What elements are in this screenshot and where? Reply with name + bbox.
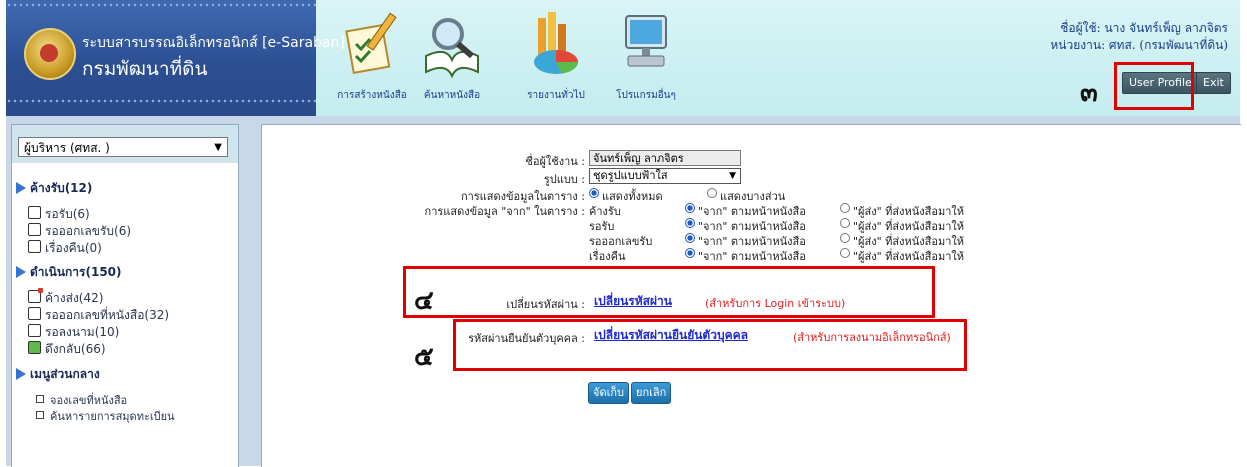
radio-from-sender[interactable]: [840, 218, 850, 228]
outbox-icon: [28, 288, 43, 303]
chevron-down-icon: ▼: [214, 142, 222, 153]
save-button[interactable]: จัดเก็บ: [588, 382, 629, 404]
sidebar-item-search-register[interactable]: ค้นหารายการสมุดทะเบียน: [36, 407, 175, 425]
signature-doc-icon: [28, 324, 41, 337]
menu-label: การสร้างหนังสือ: [337, 90, 407, 101]
role-select-value: ผู้บริหาร (ศทส. ): [24, 141, 110, 155]
highlight-signature-pin: [453, 319, 967, 371]
section-title: ค้างรับ(12): [30, 181, 93, 195]
radio-from-sender-label: "ผู้ส่ง" ที่ส่งหนังสือมาให้: [853, 250, 964, 263]
radio-from-sender[interactable]: [840, 248, 850, 258]
annotation-number-4: ๔: [414, 286, 434, 316]
sidebar-item-label: เรื่องคืน(0): [45, 241, 102, 255]
department-seal-icon: [24, 28, 76, 80]
menu-other-programs[interactable]: โปรแกรมอื่นๆ: [606, 10, 686, 103]
sidebar-item-label: รอรับ(6): [45, 207, 90, 221]
menu-label: โปรแกรมอื่นๆ: [616, 90, 676, 101]
sidebar-item-label: รอออกเลขที่หนังสือ(32): [45, 308, 170, 322]
radio-show-all[interactable]: [589, 188, 599, 198]
numbered-doc-icon: [28, 223, 41, 236]
user-info: ชื่อผู้ใช้: นาง จันทร์เพ็ญ ลาภจิตร หน่วย…: [1050, 20, 1228, 54]
radio-from-doc[interactable]: [685, 233, 695, 243]
chevron-down-icon: ▼: [729, 171, 736, 181]
menu-label: รายงานทั่วไป: [527, 90, 585, 101]
sidebar-item-label: จองเลขที่หนังสือ: [50, 394, 128, 407]
sidebar-item-label: ดึงกลับ(66): [45, 342, 106, 356]
sidebar-item-returned[interactable]: เรื่องคืน(0): [28, 239, 102, 258]
username-field[interactable]: จันทร์เพ็ญ ลาภจิตร: [589, 150, 741, 166]
radio-from-doc[interactable]: [685, 248, 695, 258]
highlight-user-profile: [1114, 62, 1194, 110]
from-row-label: เรื่องคืน: [589, 250, 626, 263]
theme-label: รูปแบบ :: [543, 173, 585, 186]
sidebar-item-label: รอลงนาม(10): [45, 325, 120, 339]
theme-select-value: ชุดรูปแบบฟ้าใส: [593, 169, 668, 182]
radio-from-doc-label: "จาก" ตามหน้าหนังสือ: [698, 250, 806, 263]
system-title: ระบบสารบรรณอิเล็กทรอนิกส์ [e-Saraban]: [82, 35, 345, 51]
cancel-button[interactable]: ยกเลิก: [631, 382, 672, 404]
section-title: เมนูส่วนกลาง: [30, 367, 100, 381]
triangle-right-icon: [16, 368, 26, 380]
recall-doc-icon: [28, 341, 41, 354]
bullet-square-icon: [36, 395, 44, 403]
menu-search-document[interactable]: ค้นหาหนังสือ: [412, 10, 492, 103]
radio-from-doc[interactable]: [685, 203, 695, 213]
radio-from-doc[interactable]: [685, 218, 695, 228]
radio-from-sender[interactable]: [840, 203, 850, 213]
radio-from-sender[interactable]: [840, 233, 850, 243]
user-name: ชื่อผู้ใช้: นาง จันทร์เพ็ญ ลาภจิตร: [1060, 21, 1228, 35]
from-display-label: การแสดงข้อมูล "จาก" ในตาราง :: [424, 205, 585, 218]
app-header: ระบบสารบรรณอิเล็กทรอนิกส์ [e-Saraban] กร…: [6, 0, 1240, 116]
radio-show-partial[interactable]: [707, 188, 717, 198]
section-in-progress[interactable]: ดำเนินการ(150): [16, 263, 122, 282]
section-central-menu[interactable]: เมนูส่วนกลาง: [16, 365, 100, 384]
annotation-number-5: ๕: [414, 342, 434, 372]
dot-pattern: [6, 98, 316, 104]
exit-button[interactable]: Exit: [1196, 72, 1231, 94]
sidebar: ผู้บริหาร (ศทส. ) ▼ ค้างรับ(12) รอรับ(6)…: [11, 124, 239, 467]
annotation-number-3: ๓: [1080, 78, 1098, 108]
numbered-doc-icon: [28, 307, 41, 320]
inbox-icon: [28, 206, 41, 219]
triangle-right-icon: [16, 182, 26, 194]
highlight-change-password: [403, 266, 935, 318]
return-doc-icon: [28, 240, 41, 253]
bar-pie-chart-icon: [526, 10, 586, 80]
pencil-checklist-icon: [342, 10, 402, 80]
username-label: ชื่อผู้ใช้งาน :: [525, 155, 585, 168]
section-title: ดำเนินการ(150): [30, 265, 122, 279]
sidebar-item-label: ค้นหารายการสมุดทะเบียน: [50, 410, 175, 423]
sidebar-item-label: ค้างส่ง(42): [45, 291, 104, 305]
menu-create-document[interactable]: การสร้างหนังสือ: [332, 10, 412, 103]
sidebar-item-label: รอออกเลขรับ(6): [45, 224, 132, 238]
role-select[interactable]: ผู้บริหาร (ศทส. ) ▼: [18, 137, 228, 157]
section-pending-receive[interactable]: ค้างรับ(12): [16, 179, 92, 198]
dot-pattern: [6, 2, 316, 8]
sidebar-item-recalled[interactable]: ดึงกลับ(66): [28, 340, 106, 359]
menu-label: ค้นหาหนังสือ: [423, 90, 481, 101]
menu-general-report[interactable]: รายงานทั่วไป: [516, 10, 596, 103]
user-unit: หน่วยงาน: ศทส. (กรมพัฒนาที่ดิน): [1050, 38, 1228, 52]
sidebar-header: ผู้บริหาร (ศทส. ) ▼: [12, 125, 238, 163]
theme-select[interactable]: ชุดรูปแบบฟ้าใส ▼: [589, 168, 741, 184]
org-name: กรมพัฒนาที่ดิน: [82, 58, 208, 80]
triangle-right-icon: [16, 266, 26, 278]
computer-monitor-icon: [616, 10, 676, 80]
bullet-square-icon: [36, 411, 44, 419]
logo-band: ระบบสารบรรณอิเล็กทรอนิกส์ [e-Saraban] กร…: [6, 0, 345, 116]
magnifier-book-icon: [422, 10, 482, 80]
